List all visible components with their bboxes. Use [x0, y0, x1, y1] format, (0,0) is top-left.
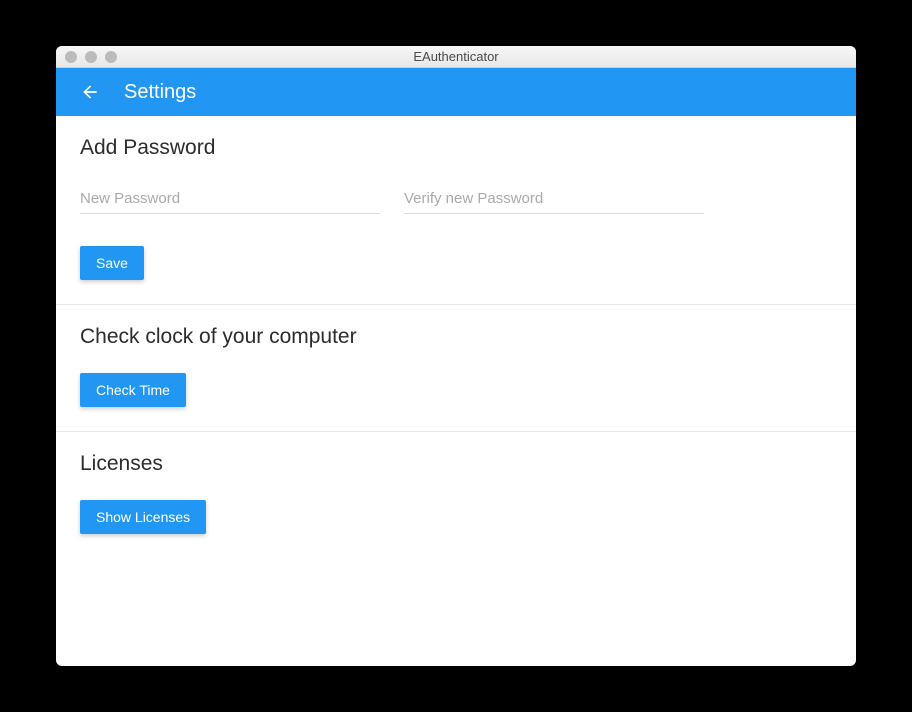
add-password-title: Add Password	[80, 136, 832, 160]
save-button[interactable]: Save	[80, 246, 144, 280]
page-title: Settings	[124, 81, 196, 104]
back-button[interactable]	[72, 74, 108, 110]
close-window-button[interactable]	[65, 51, 77, 63]
licenses-title: Licenses	[80, 452, 832, 476]
check-clock-section: Check clock of your computer Check Time	[56, 305, 856, 432]
content-area: Add Password Save Check clock of your co…	[56, 116, 856, 666]
minimize-window-button[interactable]	[85, 51, 97, 63]
traffic-lights	[56, 51, 117, 63]
window-title: EAuthenticator	[56, 49, 856, 64]
check-time-button[interactable]: Check Time	[80, 373, 186, 407]
verify-password-input[interactable]	[404, 184, 704, 214]
add-password-section: Add Password Save	[56, 116, 856, 305]
app-header: Settings	[56, 68, 856, 116]
arrow-left-icon	[80, 82, 100, 102]
new-password-input[interactable]	[80, 184, 380, 214]
maximize-window-button[interactable]	[105, 51, 117, 63]
app-window: EAuthenticator Settings Add Password Sav…	[56, 46, 856, 666]
check-clock-title: Check clock of your computer	[80, 325, 832, 349]
licenses-section: Licenses Show Licenses	[56, 432, 856, 558]
show-licenses-button[interactable]: Show Licenses	[80, 500, 206, 534]
titlebar: EAuthenticator	[56, 46, 856, 68]
password-input-row	[80, 184, 832, 214]
